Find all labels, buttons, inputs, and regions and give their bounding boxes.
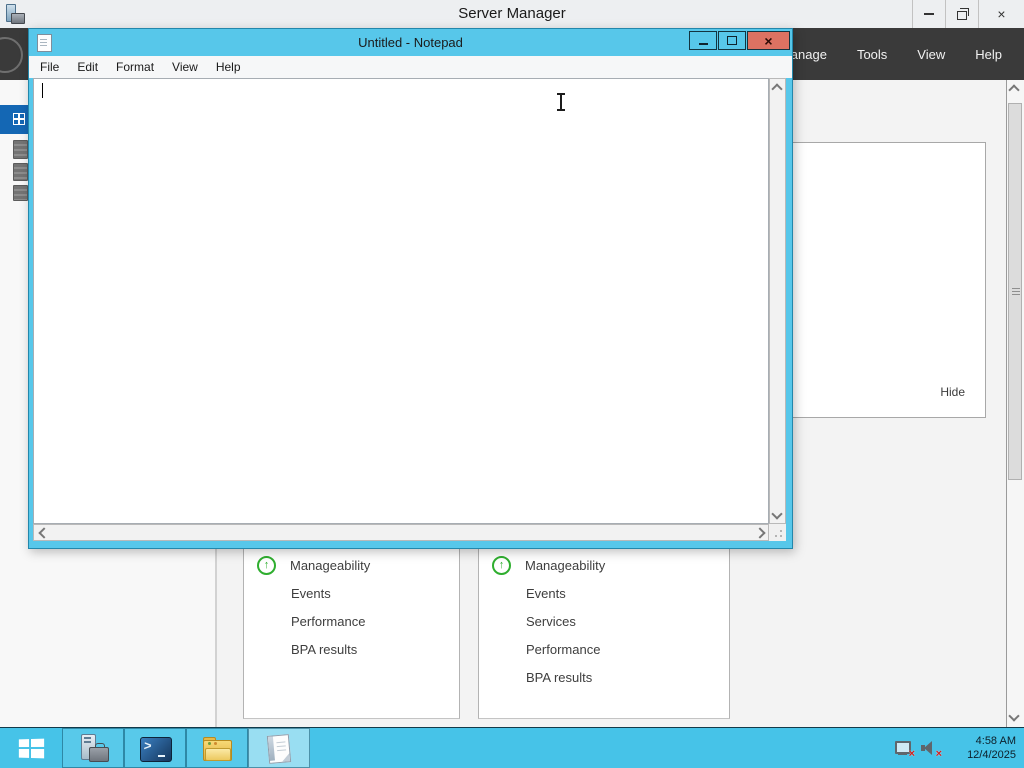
tile-link-events[interactable]: Events (479, 579, 729, 607)
clock-time: 4:58 AM (975, 735, 1016, 747)
notepad-window-controls: × (689, 31, 790, 50)
restore-button[interactable] (945, 0, 978, 28)
resize-grip-icon (780, 535, 782, 537)
status-ok-icon: ↑ (492, 555, 511, 575)
text-caret (42, 83, 43, 98)
menu-help[interactable]: Help (975, 47, 1002, 62)
notepad-icon (263, 733, 295, 764)
start-button[interactable] (0, 728, 62, 768)
server-manager-icon (77, 733, 109, 763)
sidebar-item-icon-1[interactable] (13, 140, 28, 159)
menu-tools[interactable]: Tools (857, 47, 887, 62)
network-disconnected-icon[interactable]: × (894, 739, 915, 760)
taskbar-app-file-explorer[interactable] (186, 728, 248, 768)
maximize-button[interactable] (718, 31, 746, 50)
minimize-icon (698, 43, 708, 45)
menu-format[interactable]: Format (107, 60, 163, 74)
resize-grip[interactable] (769, 524, 786, 541)
file-explorer-icon (201, 733, 233, 763)
scroll-up-icon[interactable] (1008, 84, 1020, 96)
window-title: Server Manager (458, 5, 566, 22)
tile-link-performance[interactable]: Performance (479, 635, 729, 663)
notepad-window: Untitled - Notepad × File Edit Format Vi… (28, 28, 793, 549)
scroll-up-icon[interactable] (771, 83, 783, 95)
windows-logo-icon (18, 738, 45, 758)
menu-view[interactable]: View (163, 60, 207, 74)
close-button[interactable]: × (747, 31, 790, 50)
notepad-horizontal-scrollbar[interactable] (33, 524, 769, 541)
server-manager-menubar: Manage Tools View Help (780, 28, 1002, 80)
desktop: Server Manager × Manage Tools View Help … (0, 0, 1024, 768)
tile-header-row[interactable]: ↑ Manageability (479, 551, 729, 579)
notepad-window-title: Untitled - Notepad (358, 35, 463, 50)
back-button[interactable] (0, 37, 23, 73)
status-ok-icon: ↑ (257, 555, 276, 575)
taskbar-app-notepad[interactable] (248, 728, 310, 768)
tile-link-performance[interactable]: Performance (244, 607, 459, 635)
dashboard-icon (13, 113, 25, 125)
tile-header-label[interactable]: Manageability (290, 558, 370, 573)
scrollbar-grip-icon (1012, 288, 1020, 295)
hide-link[interactable]: Hide (940, 385, 965, 399)
tile-header-label[interactable]: Manageability (525, 558, 605, 573)
tile-header-row[interactable]: ↑ Manageability (244, 551, 459, 579)
taskbar: > × × 4:58 AM 12/4/2025 (0, 727, 1024, 768)
close-button[interactable]: × (978, 0, 1024, 28)
welcome-tile: Hide (790, 142, 986, 418)
maximize-icon (727, 36, 737, 45)
taskbar-app-server-manager[interactable] (62, 728, 124, 768)
minimize-icon (924, 13, 934, 15)
close-icon: × (997, 6, 1006, 22)
volume-muted-icon[interactable]: × (921, 739, 942, 760)
tile-link-events[interactable]: Events (244, 579, 459, 607)
notepad-vertical-scrollbar[interactable] (769, 78, 786, 524)
minimize-button[interactable] (912, 0, 945, 28)
restore-icon (957, 7, 969, 20)
powershell-icon: > (139, 733, 172, 763)
notepad-menubar: File Edit Format View Help (29, 56, 792, 78)
system-tray: × × 4:58 AM 12/4/2025 (894, 728, 1018, 768)
notepad-text-area[interactable] (33, 78, 769, 524)
menu-file[interactable]: File (31, 60, 68, 74)
sidebar-item-icon-2[interactable] (13, 163, 28, 181)
tile-link-bpa-results[interactable]: BPA results (479, 663, 729, 691)
ibeam-cursor (556, 92, 566, 112)
scroll-right-icon[interactable] (754, 527, 766, 539)
scroll-left-icon[interactable] (38, 527, 50, 539)
menu-view[interactable]: View (917, 47, 945, 62)
dashboard-tile-2: ↑ Manageability Events Services Performa… (478, 549, 730, 719)
dashboard-tile-1: ↑ Manageability Events Performance BPA r… (243, 549, 460, 719)
tile-link-bpa-results[interactable]: BPA results (244, 635, 459, 663)
taskbar-clock[interactable]: 4:58 AM 12/4/2025 (948, 734, 1018, 762)
menu-edit[interactable]: Edit (68, 60, 107, 74)
menu-help[interactable]: Help (207, 60, 250, 74)
scrollbar-thumb[interactable] (1008, 103, 1022, 480)
scroll-down-icon[interactable] (771, 508, 783, 520)
server-manager-titlebar: Server Manager × (0, 0, 1024, 28)
scroll-down-icon[interactable] (1008, 710, 1020, 722)
tile-link-services[interactable]: Services (479, 607, 729, 635)
taskbar-app-powershell[interactable]: > (124, 728, 186, 768)
minimize-button[interactable] (689, 31, 717, 50)
sidebar-item-icon-3[interactable] (13, 185, 28, 201)
window-controls: × (912, 0, 1024, 28)
vertical-scrollbar[interactable] (1006, 80, 1024, 727)
close-icon: × (764, 32, 773, 49)
notepad-titlebar[interactable]: Untitled - Notepad × (29, 29, 792, 56)
clock-date: 12/4/2025 (967, 749, 1016, 761)
